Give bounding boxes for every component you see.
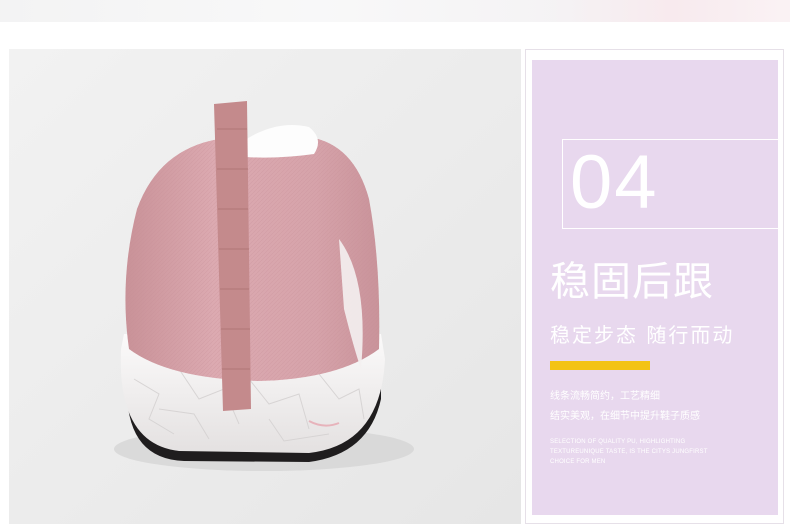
feature-subtitle: 稳定步态 随行而动 [550,323,735,347]
accent-bar [550,361,650,370]
pink-knit-shoe-image [9,49,521,524]
english-line-3: CHOICE FOR MEN [550,459,606,465]
feature-number: 04 [570,140,659,225]
feature-title: 稳固后跟 [550,259,714,305]
feature-info-panel: 04 稳固后跟 稳定步态 随行而动 线条流畅简约，工艺精细 结实美观，在细节中提… [525,49,784,524]
description-line-2: 结实美观，在细节中提升鞋子质感 [550,411,700,422]
product-photo [9,49,521,524]
english-line-2: TEXTUREUNIQUE TASTE, IS THE CITYS JUNGFI… [550,449,708,455]
top-decorative-strip [0,0,790,22]
feature-card: 04 稳固后跟 稳定步态 随行而动 线条流畅简约，工艺精细 结实美观，在细节中提… [532,60,783,515]
description-line-1: 线条流畅简约，工艺精细 [550,391,660,402]
english-line-1: SELECTION OF QUALITY PU, HIGHLIGHTING [550,439,686,445]
